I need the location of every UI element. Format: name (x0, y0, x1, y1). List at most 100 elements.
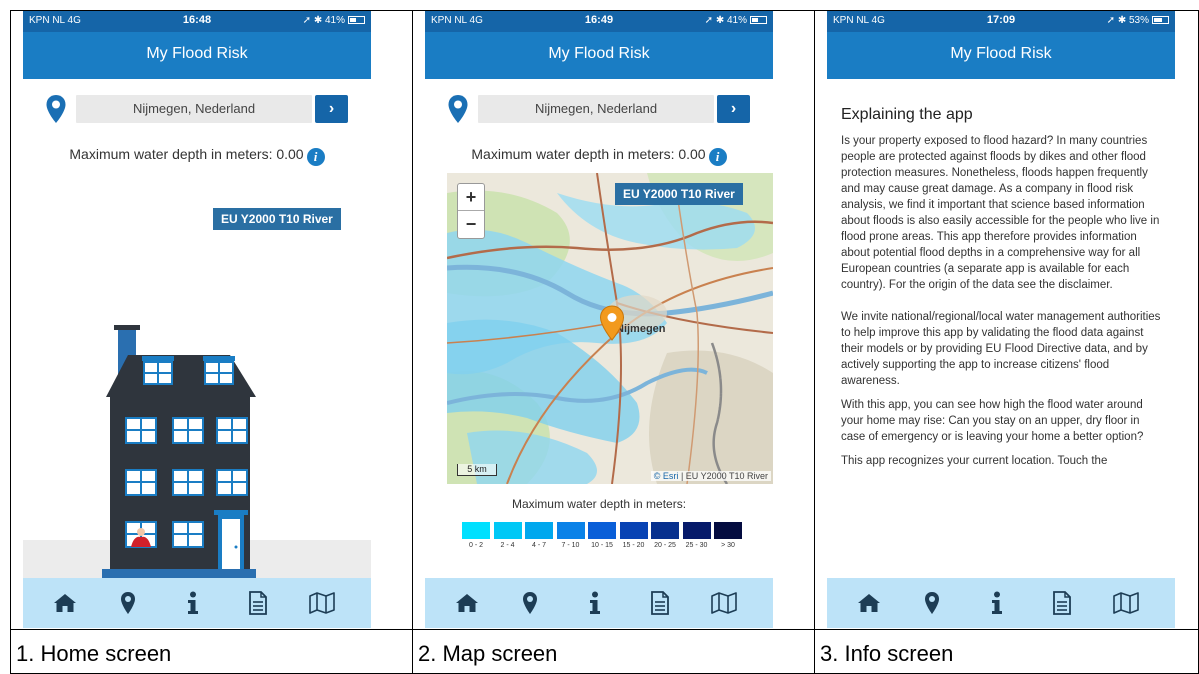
caption-info: 3. Info screen (820, 641, 954, 666)
battery-icon (1152, 16, 1169, 25)
status-bar: KPN NL 4G 17:09 ➚ ✱ 53% (827, 11, 1175, 32)
info-heading: Explaining the app (841, 106, 973, 123)
info-circle-icon[interactable]: i (708, 148, 727, 166)
info-icon (992, 591, 1002, 614)
legend-swatch (493, 522, 522, 539)
tab-home[interactable] (452, 588, 482, 618)
legend-swatch (619, 522, 648, 539)
info-paragraph: This app recognizes your current locatio… (841, 455, 1108, 467)
app-title: My Flood Risk (23, 32, 371, 79)
battery-status: ➚ ✱ 41% (705, 15, 767, 26)
attribution-text: | EU Y2000 T10 River (678, 471, 768, 481)
esri-link[interactable]: © Esri (654, 471, 679, 481)
battery-status: ➚ ✱ 41% (303, 15, 365, 26)
tab-info[interactable] (580, 588, 610, 618)
app-title: My Flood Risk (425, 32, 773, 79)
tab-document[interactable] (645, 588, 675, 618)
search-go-button[interactable]: › (315, 95, 348, 123)
document-icon (249, 591, 267, 615)
flood-layer-tag[interactable]: EU Y2000 T10 River (213, 208, 341, 230)
zoom-in-button[interactable]: + (458, 184, 484, 211)
tab-bar (827, 578, 1175, 628)
status-bar: KPN NL 4G 16:49 ➚ ✱ 41% (425, 11, 773, 32)
info-paragraph: Is your property exposed to flood hazard… (841, 135, 1160, 291)
legend-swatch (682, 522, 711, 539)
tab-location[interactable] (917, 588, 947, 618)
info-paragraph: With this app, you can see how high the … (841, 399, 1144, 443)
document-icon (1053, 591, 1071, 615)
legend-swatch (525, 522, 553, 539)
home-screen: KPN NL 4G 16:48 ➚ ✱ 41% My Flood Risk Ni… (23, 11, 371, 628)
tab-map[interactable] (307, 588, 337, 618)
tab-home[interactable] (854, 588, 884, 618)
tab-document[interactable] (243, 588, 273, 618)
tab-info[interactable] (178, 588, 208, 618)
tab-bar (425, 578, 773, 628)
legend-swatch (588, 522, 616, 539)
tab-map[interactable] (709, 588, 739, 618)
info-circle-icon[interactable]: i (306, 148, 325, 166)
max-depth-text: Maximum water depth in meters: 0.00 (69, 146, 304, 162)
legend-swatch (556, 522, 585, 539)
tab-location[interactable] (515, 588, 545, 618)
battery-percent: 53% (1128, 15, 1149, 26)
info-content[interactable]: Explaining the app Is your property expo… (841, 106, 1163, 578)
location-pin-icon[interactable] (45, 94, 67, 124)
battery-icon (348, 16, 365, 25)
max-depth-readout: Maximum water depth in meters: 0.00 i (425, 146, 773, 166)
legend-title: Maximum water depth in meters: (511, 497, 687, 511)
location-input[interactable]: Nijmegen, Nederland (478, 95, 714, 123)
document-icon (651, 591, 669, 615)
battery-percent: 41% (726, 15, 747, 26)
tab-bar (23, 578, 371, 628)
table-border (10, 10, 11, 674)
home-icon (858, 594, 880, 612)
map-screen: KPN NL 4G 16:49 ➚ ✱ 41% My Flood Risk Ni… (425, 11, 773, 628)
caption-home: 1. Home screen (16, 641, 172, 666)
table-border (10, 629, 1199, 630)
table-border (814, 10, 815, 674)
legend-label: > 30 (721, 542, 735, 549)
map-icon (309, 592, 335, 614)
tab-info[interactable] (982, 588, 1012, 618)
info-screen: KPN NL 4G 17:09 ➚ ✱ 53% My Flood Risk Ex… (827, 11, 1175, 628)
tab-document[interactable] (1047, 588, 1077, 618)
zoom-control: + − (457, 183, 485, 239)
location-search: Nijmegen, Nederland › (43, 94, 348, 124)
location-search: Nijmegen, Nederland › (445, 94, 750, 124)
table-border (412, 10, 413, 674)
flood-map[interactable]: Nijmegen + − 5 km © Esri | EU Y2000 T10 … (447, 173, 773, 484)
search-go-button[interactable]: › (717, 95, 750, 123)
flood-layer-tag[interactable]: EU Y2000 T10 River (615, 183, 743, 205)
info-paragraph: We invite national/regional/local water … (841, 311, 1161, 387)
tab-home[interactable] (50, 588, 80, 618)
map-icon (711, 592, 737, 614)
battery-status: ➚ ✱ 53% (1107, 15, 1169, 26)
home-icon (54, 594, 76, 612)
tab-map[interactable] (1111, 588, 1141, 618)
info-icon (590, 591, 600, 614)
map-pin-icon (523, 592, 537, 614)
map-attribution: © Esri | EU Y2000 T10 River (650, 471, 771, 481)
max-depth-text: Maximum water depth in meters: 0.00 (471, 146, 706, 162)
screenshot-table: KPN NL 4G 16:48 ➚ ✱ 41% My Flood Risk Ni… (10, 10, 1199, 674)
status-bar: KPN NL 4G 16:48 ➚ ✱ 41% (23, 11, 371, 32)
app-title: My Flood Risk (827, 32, 1175, 79)
legend-swatch (462, 522, 490, 539)
info-icon (188, 591, 198, 614)
map-icon (1113, 592, 1139, 614)
home-icon (456, 594, 478, 612)
location-input[interactable]: Nijmegen, Nederland (76, 95, 312, 123)
legend-swatch (714, 522, 742, 539)
caption-map: 2. Map screen (418, 641, 558, 666)
zoom-out-button[interactable]: − (458, 211, 484, 238)
location-marker-icon (599, 305, 625, 341)
battery-icon (750, 16, 767, 25)
depth-legend: 0 - 22 - 44 - 77 - 10 10 - 15 15 - 20 20 - … (462, 522, 744, 552)
location-pin-icon[interactable] (447, 94, 469, 124)
legend-swatch (651, 522, 679, 539)
house-illustration (102, 325, 256, 579)
map-pin-icon (925, 592, 939, 614)
tab-location[interactable] (113, 588, 143, 618)
scale-bar: 5 km (457, 464, 497, 476)
